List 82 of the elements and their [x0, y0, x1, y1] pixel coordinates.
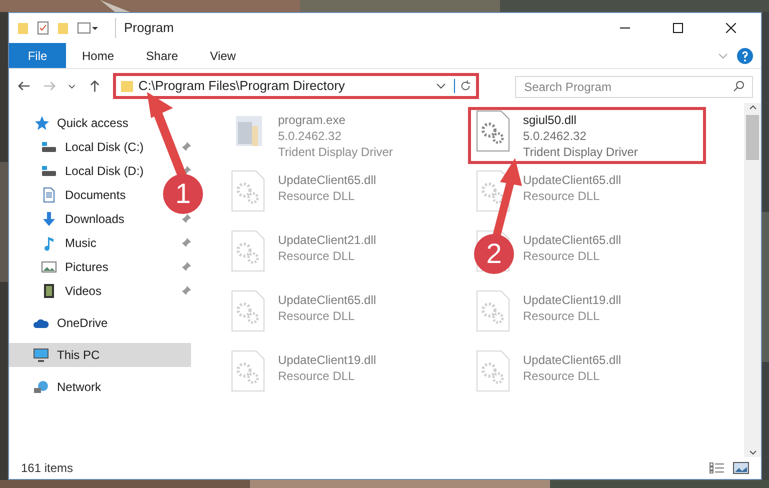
nav-item[interactable]: Local Disk (C:): [41, 135, 148, 159]
drive-icon: [41, 163, 57, 179]
up-arrow-icon[interactable]: [88, 79, 102, 93]
ribbon-tab[interactable]: Home: [66, 43, 130, 68]
nav-item[interactable]: Downloads: [41, 207, 128, 231]
thumbnail-view-icon[interactable]: [733, 462, 749, 474]
gear-file-icon: [475, 170, 511, 212]
address-path: C:\Program Files\Program Directory: [138, 77, 346, 96]
star-icon: [33, 115, 49, 131]
monitor-icon: [33, 347, 49, 363]
file-detail: Resource DLL: [278, 248, 356, 264]
chevron-down-icon[interactable]: [68, 82, 76, 90]
file-detail: Resource DLL: [278, 368, 356, 384]
nav-item[interactable]: This PC: [9, 343, 191, 367]
search-icon: [732, 80, 745, 92]
address-bar[interactable]: C:\Program Files\Program Directory: [113, 73, 480, 99]
properties-icon[interactable]: [37, 21, 49, 35]
file-detail: Resource DLL: [278, 188, 356, 204]
file-detail: 5.0.2462.32: [523, 128, 588, 144]
drive-icon: [41, 139, 57, 155]
file-detail: 5.0.2462.32: [278, 128, 342, 144]
down-arrow-icon: [41, 211, 57, 227]
pin-icon[interactable]: [181, 286, 191, 296]
file-detail: Resource DLL: [523, 308, 601, 324]
file-detail: Resource DLL: [523, 188, 601, 204]
pin-icon[interactable]: [181, 262, 191, 272]
pin-icon[interactable]: [181, 214, 191, 224]
pin-icon[interactable]: [181, 142, 191, 152]
help-icon[interactable]: [737, 48, 753, 64]
file-name[interactable]: program.exe: [278, 112, 393, 128]
refresh-icon[interactable]: [454, 79, 472, 93]
picture-icon: [41, 259, 57, 275]
file-name[interactable]: UpdateClient65.dll: [278, 172, 376, 188]
file-name[interactable]: UpdateClient65.dll: [523, 232, 622, 248]
file-name[interactable]: UpdateClient65.dll: [523, 352, 622, 368]
nav-item[interactable]: Documents: [41, 183, 130, 207]
gear-file-icon: [230, 350, 266, 392]
file-name[interactable]: UpdateClient19.dll: [278, 352, 376, 368]
nav-item[interactable]: Network: [33, 375, 106, 399]
scrollbar-thumb[interactable]: [746, 115, 759, 160]
file-detail: Trident Display Driver: [523, 144, 638, 160]
chevron-up-icon[interactable]: [748, 103, 756, 111]
nav-item[interactable]: Quick access: [33, 111, 132, 135]
ribbon-tab[interactable]: Share: [130, 43, 194, 68]
ribbon-tab[interactable]: File: [9, 43, 66, 68]
file-name[interactable]: UpdateClient21.dll: [278, 232, 376, 248]
gear-file-icon: [230, 230, 266, 272]
nav-item[interactable]: Local Disk (D:): [41, 159, 148, 183]
file-detail: Resource DLL: [523, 368, 601, 384]
customize-toolbar-icon[interactable]: [77, 21, 99, 35]
folder-icon: [120, 79, 134, 93]
item-count: 161 items: [21, 460, 74, 477]
details-view-icon[interactable]: [709, 462, 725, 474]
close-icon: [726, 23, 736, 33]
file-detail: Resource DLL: [523, 248, 601, 264]
chevron-down-icon[interactable]: [436, 81, 446, 91]
file-name[interactable]: sgiul50.dll: [523, 112, 638, 128]
gear-file-icon: [475, 350, 511, 392]
document-icon: [41, 187, 57, 203]
nav-item[interactable]: OneDrive: [33, 311, 112, 335]
file-name[interactable]: UpdateClient19.dll: [523, 292, 622, 308]
file-name[interactable]: UpdateClient65.dll: [523, 172, 622, 188]
scrollbar[interactable]: [744, 103, 761, 457]
film-icon: [41, 283, 57, 299]
network-icon: [33, 379, 49, 395]
maximize-icon: [672, 23, 682, 33]
back-arrow-icon[interactable]: [17, 79, 31, 93]
nav-item[interactable]: Videos: [41, 279, 106, 303]
window-title: Program: [115, 18, 174, 38]
search-field[interactable]: Search Program: [515, 76, 753, 98]
gear-file-icon: [475, 290, 511, 332]
nav-item[interactable]: Pictures: [41, 255, 112, 279]
file-detail: Trident Display Driver: [278, 144, 393, 160]
file-name[interactable]: UpdateClient65.dll: [278, 292, 376, 308]
chevron-down-icon[interactable]: [748, 449, 756, 457]
pin-icon[interactable]: [181, 238, 191, 248]
ribbon-tab[interactable]: View: [194, 43, 252, 68]
gear-file-icon: [475, 110, 511, 152]
file-detail: Resource DLL: [278, 308, 356, 324]
gear-file-icon: [230, 170, 266, 212]
nav-item[interactable]: Music: [41, 231, 100, 255]
gear-file-icon: [230, 290, 266, 332]
